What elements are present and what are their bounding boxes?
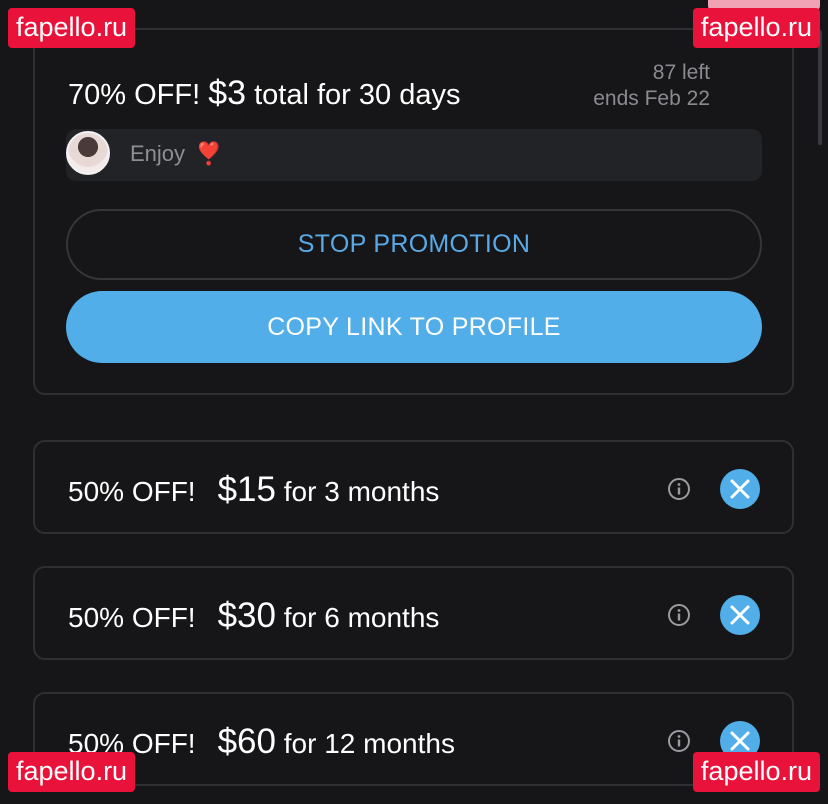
close-icon [730,479,750,499]
bundle-period: for 3 months [283,476,440,507]
close-icon [730,605,750,625]
bundle-offer-text: 50% OFF! $30 for 6 months [68,596,439,636]
promotion-terms: total for 30 days [254,79,461,111]
bundle-offer-card: 50% OFF! $60 for 12 months [33,692,794,786]
bundle-offer-card: 50% OFF! $15 for 3 months [33,440,794,534]
bundle-price: $30 [217,596,276,635]
heart-emoji-icon: ❣️ [195,141,223,166]
watermark: fapello.ru [8,8,136,48]
watermark: fapello.ru [692,8,820,48]
bundle-discount: 50% OFF! [68,476,196,507]
info-icon[interactable] [667,603,691,627]
bundle-price: $15 [217,470,276,509]
watermark: fapello.ru [692,752,820,792]
message-label: Enjoy [130,141,186,166]
avatar [66,131,110,175]
promotion-price: $3 [208,74,247,112]
info-icon[interactable] [667,477,691,501]
promotion-meta: 87 left ends Feb 22 [593,60,710,112]
copy-link-to-profile-button[interactable]: COPY LINK TO PROFILE [66,291,762,363]
remove-bundle-button[interactable] [720,595,760,635]
promotion-message: Enjoy ❣️ [66,129,762,181]
promotion-end-date: ends Feb 22 [593,87,710,110]
remove-bundle-button[interactable] [720,469,760,509]
subscription-promotions-page: 70% OFF! $3 total for 30 days 87 left en… [0,0,828,804]
promotion-discount: 70% OFF! [68,79,201,111]
bundle-period: for 6 months [283,602,440,633]
promotion-message-text: Enjoy ❣️ [130,141,222,167]
scrollbar[interactable] [818,30,822,145]
bundle-discount: 50% OFF! [68,602,196,633]
promotion-title: 70% OFF! $3 total for 30 days [68,74,460,113]
info-icon[interactable] [667,729,691,753]
bundle-period: for 12 months [283,728,455,759]
bundle-offer-text: 50% OFF! $15 for 3 months [68,470,439,510]
bundle-price: $60 [217,722,276,761]
stop-promotion-button[interactable]: STOP PROMOTION [66,209,762,280]
promotion-remaining: 87 left [652,61,710,84]
watermark: fapello.ru [8,752,136,792]
active-promotion-card: 70% OFF! $3 total for 30 days 87 left en… [33,28,794,395]
bundle-offer-card: 50% OFF! $30 for 6 months [33,566,794,660]
